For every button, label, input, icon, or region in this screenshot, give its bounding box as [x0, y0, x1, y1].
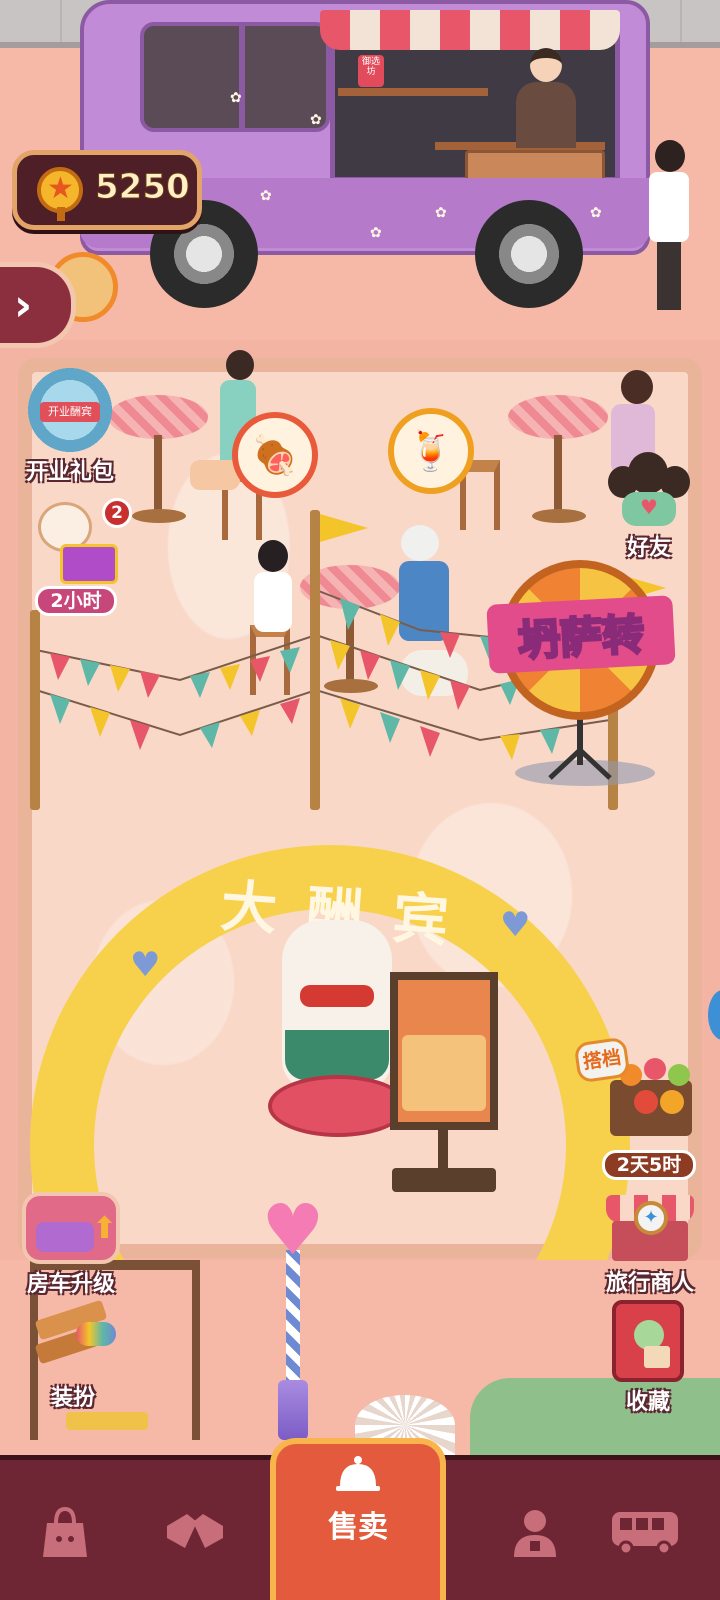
coin-counter[interactable]: 5250: [12, 150, 202, 230]
bus-icon: [612, 1512, 678, 1556]
coin-amount: 5250: [95, 167, 191, 208]
nav-sell-label: 售卖: [328, 1510, 388, 1545]
wreath-icon: 开业酬宾: [24, 368, 116, 452]
heart-decoration-icon: ♥: [130, 945, 161, 985]
expand-side-panel-button[interactable]: ›: [0, 262, 76, 348]
nav-shop-button[interactable]: [0, 1482, 130, 1582]
friends-label: 好友: [626, 536, 671, 561]
gift-count-badge: 2: [102, 498, 132, 528]
swing-seat: [66, 1412, 148, 1430]
dress-up-button[interactable]: 装扮: [30, 1299, 116, 1412]
partner-button[interactable]: 搭档 2天5时: [573, 1036, 698, 1180]
shop-bag-icon: [43, 1506, 87, 1557]
spin-wheel-label[interactable]: 坍萨转: [486, 595, 676, 674]
gift-timer: 2小时: [35, 586, 117, 616]
travel-merchant-label: 旅行商人: [605, 1271, 694, 1296]
truck-upgrade-label: 房车升级: [26, 1272, 115, 1297]
signboard-food-image: [402, 1035, 486, 1111]
heart-decoration-icon: ♥: [500, 905, 531, 945]
chevron-right-icon: ›: [14, 280, 33, 331]
statue-pants: [285, 1030, 389, 1080]
nav-travel-button[interactable]: [580, 1482, 710, 1582]
truck-upgrade-icon: ⬆: [22, 1192, 120, 1264]
merchant-stall-icon: ✦: [602, 1185, 698, 1263]
lollipop-heart-icon: ♥: [261, 1189, 325, 1271]
sell-bell-icon: [336, 1456, 380, 1491]
edge-indicator: [708, 990, 720, 1040]
friends-button[interactable]: ♥ 好友: [604, 452, 694, 562]
friends-icon: ♥: [604, 452, 694, 528]
handshake-icon: [167, 1514, 223, 1548]
opening-gift-ribbon: 开业酬宾: [40, 402, 100, 422]
collection-book-icon: [612, 1300, 684, 1382]
partner-timer: 2天5时: [601, 1150, 697, 1180]
nav-social-button[interactable]: [130, 1482, 260, 1582]
coin-handle: [57, 207, 65, 221]
signboard-foot: [392, 1168, 496, 1192]
lollipop-base: [278, 1380, 308, 1440]
bunting-pole: [30, 610, 40, 810]
nav-sell-button[interactable]: 售卖: [270, 1438, 446, 1600]
collection-button[interactable]: 收藏: [612, 1300, 684, 1416]
statue-scarf: [300, 985, 374, 1007]
timed-gift-button[interactable]: 2 2小时: [30, 498, 132, 616]
pennant-flag: [320, 514, 368, 542]
dress-up-label: 装扮: [50, 1386, 95, 1411]
travel-merchant-button[interactable]: ✦ 旅行商人: [602, 1185, 698, 1297]
truck-upgrade-button[interactable]: ⬆ 房车升级: [22, 1192, 120, 1298]
opening-gift-button[interactable]: 开业酬宾 开业礼包: [24, 368, 116, 486]
collection-label: 收藏: [625, 1390, 670, 1415]
flag-pole: [310, 510, 320, 810]
staff-icon: [514, 1510, 556, 1557]
bench-paint-icon: [30, 1299, 116, 1378]
opening-gift-label: 开业礼包: [25, 460, 114, 485]
spin-wheel-stand: [545, 710, 615, 780]
statue-pedestal: [268, 1075, 408, 1137]
